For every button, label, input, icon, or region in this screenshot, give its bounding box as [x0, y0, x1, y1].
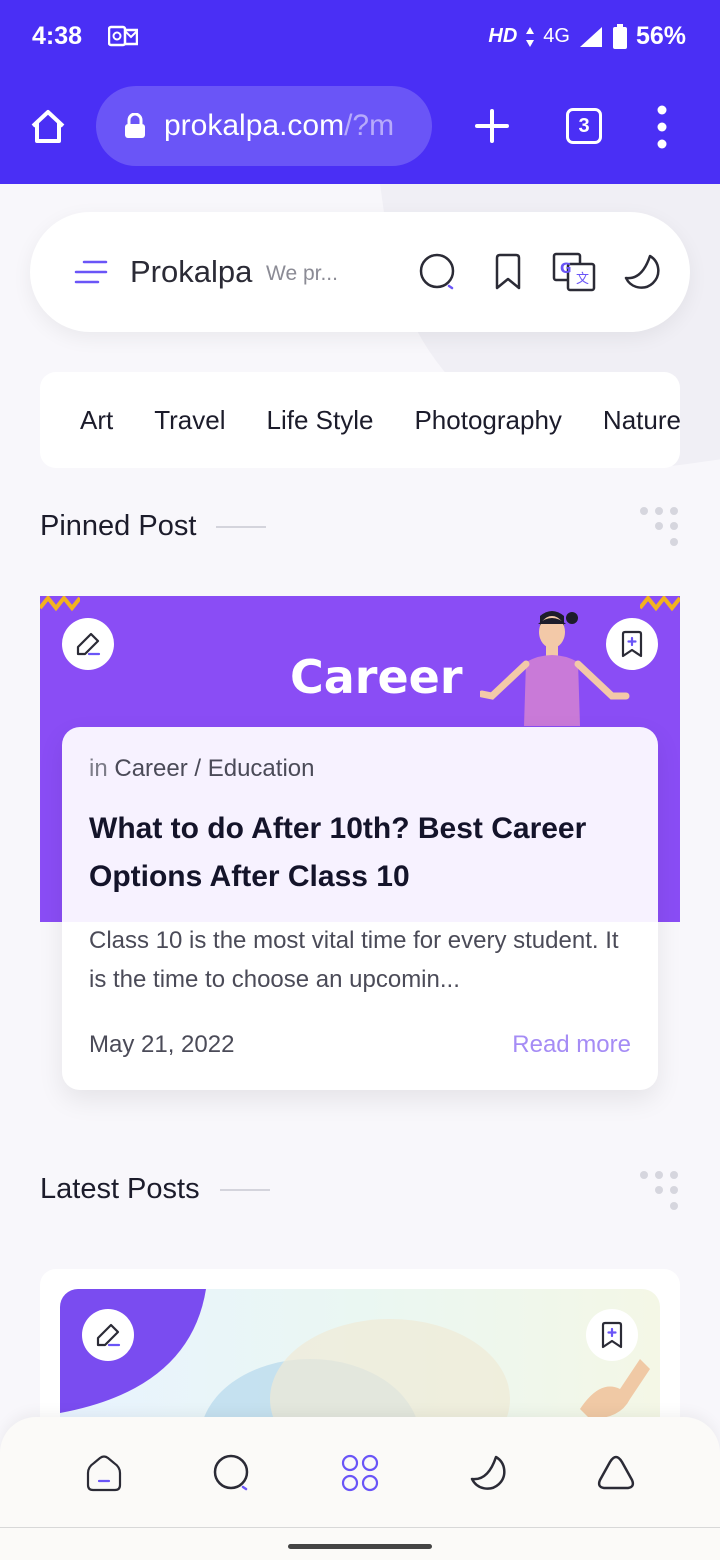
status-indicators: HD 4G 56%: [488, 22, 686, 51]
latest-posts-heading: Latest Posts: [40, 1173, 270, 1206]
post-date: May 21, 2022: [89, 1031, 235, 1058]
category-travel[interactable]: Travel: [154, 405, 225, 436]
image-text-career: Career: [290, 650, 463, 704]
url-path: /?m: [344, 109, 395, 142]
search-icon[interactable]: [212, 1453, 252, 1493]
bookmark-add-icon: [601, 1321, 623, 1349]
dark-mode-moon-icon[interactable]: [622, 252, 662, 292]
category-nav: Art Travel Life Style Photography Nature: [40, 372, 680, 468]
gesture-handle[interactable]: [288, 1544, 432, 1549]
latest-posts-title: Latest Posts: [40, 1173, 200, 1205]
browser-toolbar: prokalpa.com/?m 3: [0, 72, 720, 184]
categories-grid-icon[interactable]: [340, 1453, 380, 1493]
hd-indicator: HD: [488, 25, 518, 47]
category-photography[interactable]: Photography: [414, 405, 561, 436]
pencil-icon: [76, 632, 101, 656]
dots-decoration-icon: [640, 1171, 678, 1210]
category-nature[interactable]: Nature: [603, 405, 680, 436]
bottom-navigation: [0, 1417, 720, 1560]
post-category: in Career / Education: [89, 755, 314, 783]
search-icon[interactable]: [418, 252, 458, 292]
zigzag-decoration-icon: [640, 596, 680, 612]
category-prefix: in: [89, 755, 108, 782]
lock-icon: [125, 113, 145, 138]
translate-icon[interactable]: G 文: [552, 252, 596, 292]
address-bar[interactable]: prokalpa.com/?m: [96, 86, 432, 166]
status-time: 4:38: [32, 22, 83, 50]
browser-top-bar: 4:38 HD 4G 56% prokalpa.com/?m 3: [0, 0, 720, 184]
site-tagline: We pr...: [266, 262, 338, 285]
person-illustration: [480, 611, 630, 726]
web-page: Prokalpa We pr... G 文 Art Travel Life St…: [0, 184, 720, 1560]
bookmark-add-icon: [621, 630, 643, 658]
category-life-style[interactable]: Life Style: [267, 405, 374, 436]
url-domain: prokalpa.com: [164, 109, 345, 142]
read-more-link[interactable]: Read more: [512, 1031, 631, 1059]
battery-icon: [612, 23, 627, 49]
url-text: prokalpa.com/?m: [164, 109, 394, 143]
category-art[interactable]: Art: [80, 405, 113, 436]
heading-divider: [219, 1188, 270, 1191]
pinned-post-card[interactable]: in Career / Education What to do After 1…: [62, 727, 658, 1090]
site-name[interactable]: Prokalpa: [130, 254, 252, 290]
signal-icon: [579, 26, 602, 47]
pinned-post-heading: Pinned Post: [40, 510, 267, 543]
zigzag-decoration-icon: [40, 596, 80, 612]
hamburger-menu-icon[interactable]: [74, 258, 108, 286]
dark-mode-moon-icon[interactable]: [468, 1453, 508, 1493]
post-excerpt: Class 10 is the most vital time for ever…: [89, 927, 619, 993]
network-type: 4G: [543, 25, 570, 47]
site-header: Prokalpa We pr... G 文: [30, 212, 690, 332]
category-link[interactable]: Career / Education: [114, 755, 314, 782]
pinned-post-title: Pinned Post: [40, 510, 197, 542]
status-bar: 4:38 HD 4G 56%: [0, 0, 720, 72]
tab-switcher-button[interactable]: 3: [566, 108, 602, 144]
battery-percent: 56%: [635, 22, 686, 50]
svg-text:文: 文: [576, 272, 589, 287]
bookmark-post-button[interactable]: [586, 1309, 638, 1361]
tab-count: 3: [578, 114, 590, 137]
data-arrows-icon: [526, 26, 535, 47]
edit-post-button[interactable]: [62, 618, 114, 670]
home-icon[interactable]: [84, 1453, 124, 1493]
system-nav-divider: [0, 1527, 720, 1528]
pencil-icon: [96, 1323, 121, 1347]
new-tab-icon[interactable]: [474, 108, 510, 144]
top-arrow-icon[interactable]: [596, 1453, 636, 1493]
bookmark-icon[interactable]: [488, 252, 528, 292]
outlook-notification-icon: [108, 25, 138, 47]
dots-decoration-icon: [640, 507, 678, 546]
post-title[interactable]: What to do After 10th? Best Career Optio…: [89, 805, 639, 901]
bookmark-post-button[interactable]: [606, 618, 658, 670]
heading-divider: [216, 525, 267, 528]
home-icon[interactable]: [28, 106, 68, 146]
more-menu-icon[interactable]: [652, 104, 672, 150]
edit-post-button[interactable]: [82, 1309, 134, 1361]
svg-text:G: G: [560, 261, 572, 277]
